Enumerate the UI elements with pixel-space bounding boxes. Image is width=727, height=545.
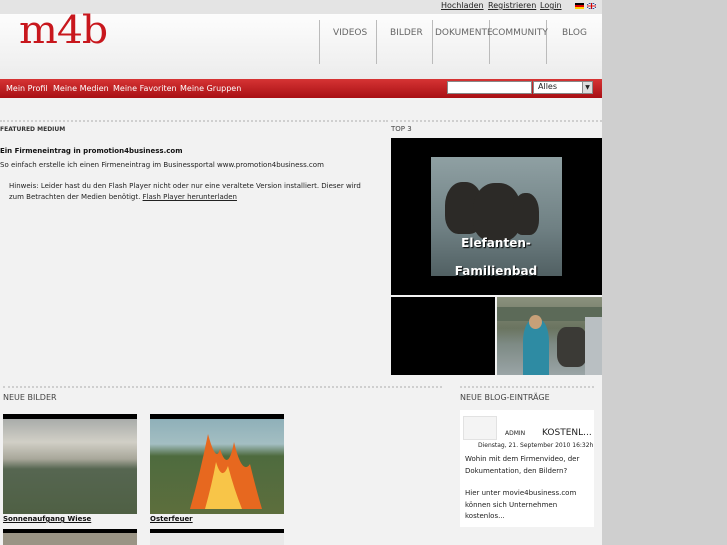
divider — [460, 386, 594, 389]
site-logo[interactable]: m4b — [19, 8, 108, 52]
top3-main-caption-2: Familienbad — [454, 264, 538, 278]
elephant-shape — [513, 193, 539, 235]
image-thumbnail-4[interactable] — [150, 529, 284, 545]
blog-date: Dienstag, 21. September 2010 16:32h — [478, 442, 594, 449]
person-shape — [585, 317, 602, 375]
nav-divider — [546, 20, 547, 64]
my-groups-link[interactable]: Meine Gruppen — [180, 84, 241, 93]
nav-blog[interactable]: BLOG — [562, 28, 587, 38]
search-filter-value: Alles — [538, 82, 558, 91]
blog-excerpt-line-2: Hier unter movie4business.com können sic… — [465, 489, 577, 520]
search-input[interactable] — [447, 81, 532, 94]
divider — [3, 386, 442, 389]
featured-title: Ein Firmeneintrag in promotion4business.… — [0, 147, 183, 155]
person-head-shape — [529, 315, 542, 329]
nav-divider — [489, 20, 490, 64]
nav-divider — [376, 20, 377, 64]
object-shape — [557, 327, 587, 367]
english-flag-icon[interactable] — [587, 3, 596, 9]
blog-author[interactable]: ADMIN — [505, 430, 525, 437]
divider — [0, 120, 388, 123]
nav-divider — [319, 20, 320, 64]
blog-excerpt: Wohin mit dem Firmenvideo, der Dokumenta… — [465, 454, 590, 523]
blog-heading: NEUE BLOG-EINTRÄGE — [460, 393, 550, 402]
image-thumbnail-3[interactable] — [3, 529, 137, 545]
top3-main-caption-1: Elefanten- — [461, 236, 531, 250]
nav-community[interactable]: COMMUNITY — [492, 28, 548, 38]
flash-download-link[interactable]: Flash Player herunterladen — [143, 193, 237, 201]
top3-heading: TOP 3 — [391, 125, 412, 133]
avatar[interactable] — [463, 416, 497, 440]
blog-excerpt-line-1: Wohin mit dem Firmenvideo, der Dokumenta… — [465, 455, 580, 475]
image-thumbnail-2[interactable] — [150, 414, 284, 514]
image-caption-2[interactable]: Osterfeuer — [150, 515, 193, 523]
featured-heading: FEATURED MEDIUM — [0, 126, 66, 133]
upload-link[interactable]: Hochladen — [441, 1, 484, 10]
nav-bilder[interactable]: BILDER — [390, 28, 423, 38]
top3-main-thumbnail[interactable] — [431, 157, 562, 276]
nav-dokumente[interactable]: DOKUMENTE — [435, 28, 493, 38]
chevron-down-icon: ▼ — [582, 82, 592, 93]
divider — [391, 120, 602, 123]
login-link[interactable]: Login — [540, 1, 562, 10]
search-filter-select[interactable]: Alles ▼ — [533, 81, 593, 94]
my-favorites-link[interactable]: Meine Favoriten — [113, 84, 177, 93]
my-media-link[interactable]: Meine Medien — [53, 84, 109, 93]
blog-title[interactable]: KOSTENL... — [542, 428, 592, 438]
top3-third-video[interactable] — [497, 297, 602, 375]
my-profile-link[interactable]: Mein Profil — [6, 84, 48, 93]
german-flag-icon[interactable] — [575, 3, 584, 9]
image-caption-1[interactable]: Sonnenaufgang Wiese — [3, 515, 91, 523]
register-link[interactable]: Registrieren — [488, 1, 536, 10]
new-images-heading: NEUE BILDER — [3, 393, 57, 402]
flash-hint: Hinweis: Leider hast du den Flash Player… — [9, 181, 374, 203]
top3-second-video[interactable] — [391, 297, 495, 375]
fire-shape — [190, 434, 262, 509]
image-thumbnail-1[interactable] — [3, 414, 137, 514]
nav-videos[interactable]: VIDEOS — [333, 28, 367, 38]
nav-divider — [432, 20, 433, 64]
featured-description: So einfach erstelle ich einen Firmeneint… — [0, 161, 324, 169]
